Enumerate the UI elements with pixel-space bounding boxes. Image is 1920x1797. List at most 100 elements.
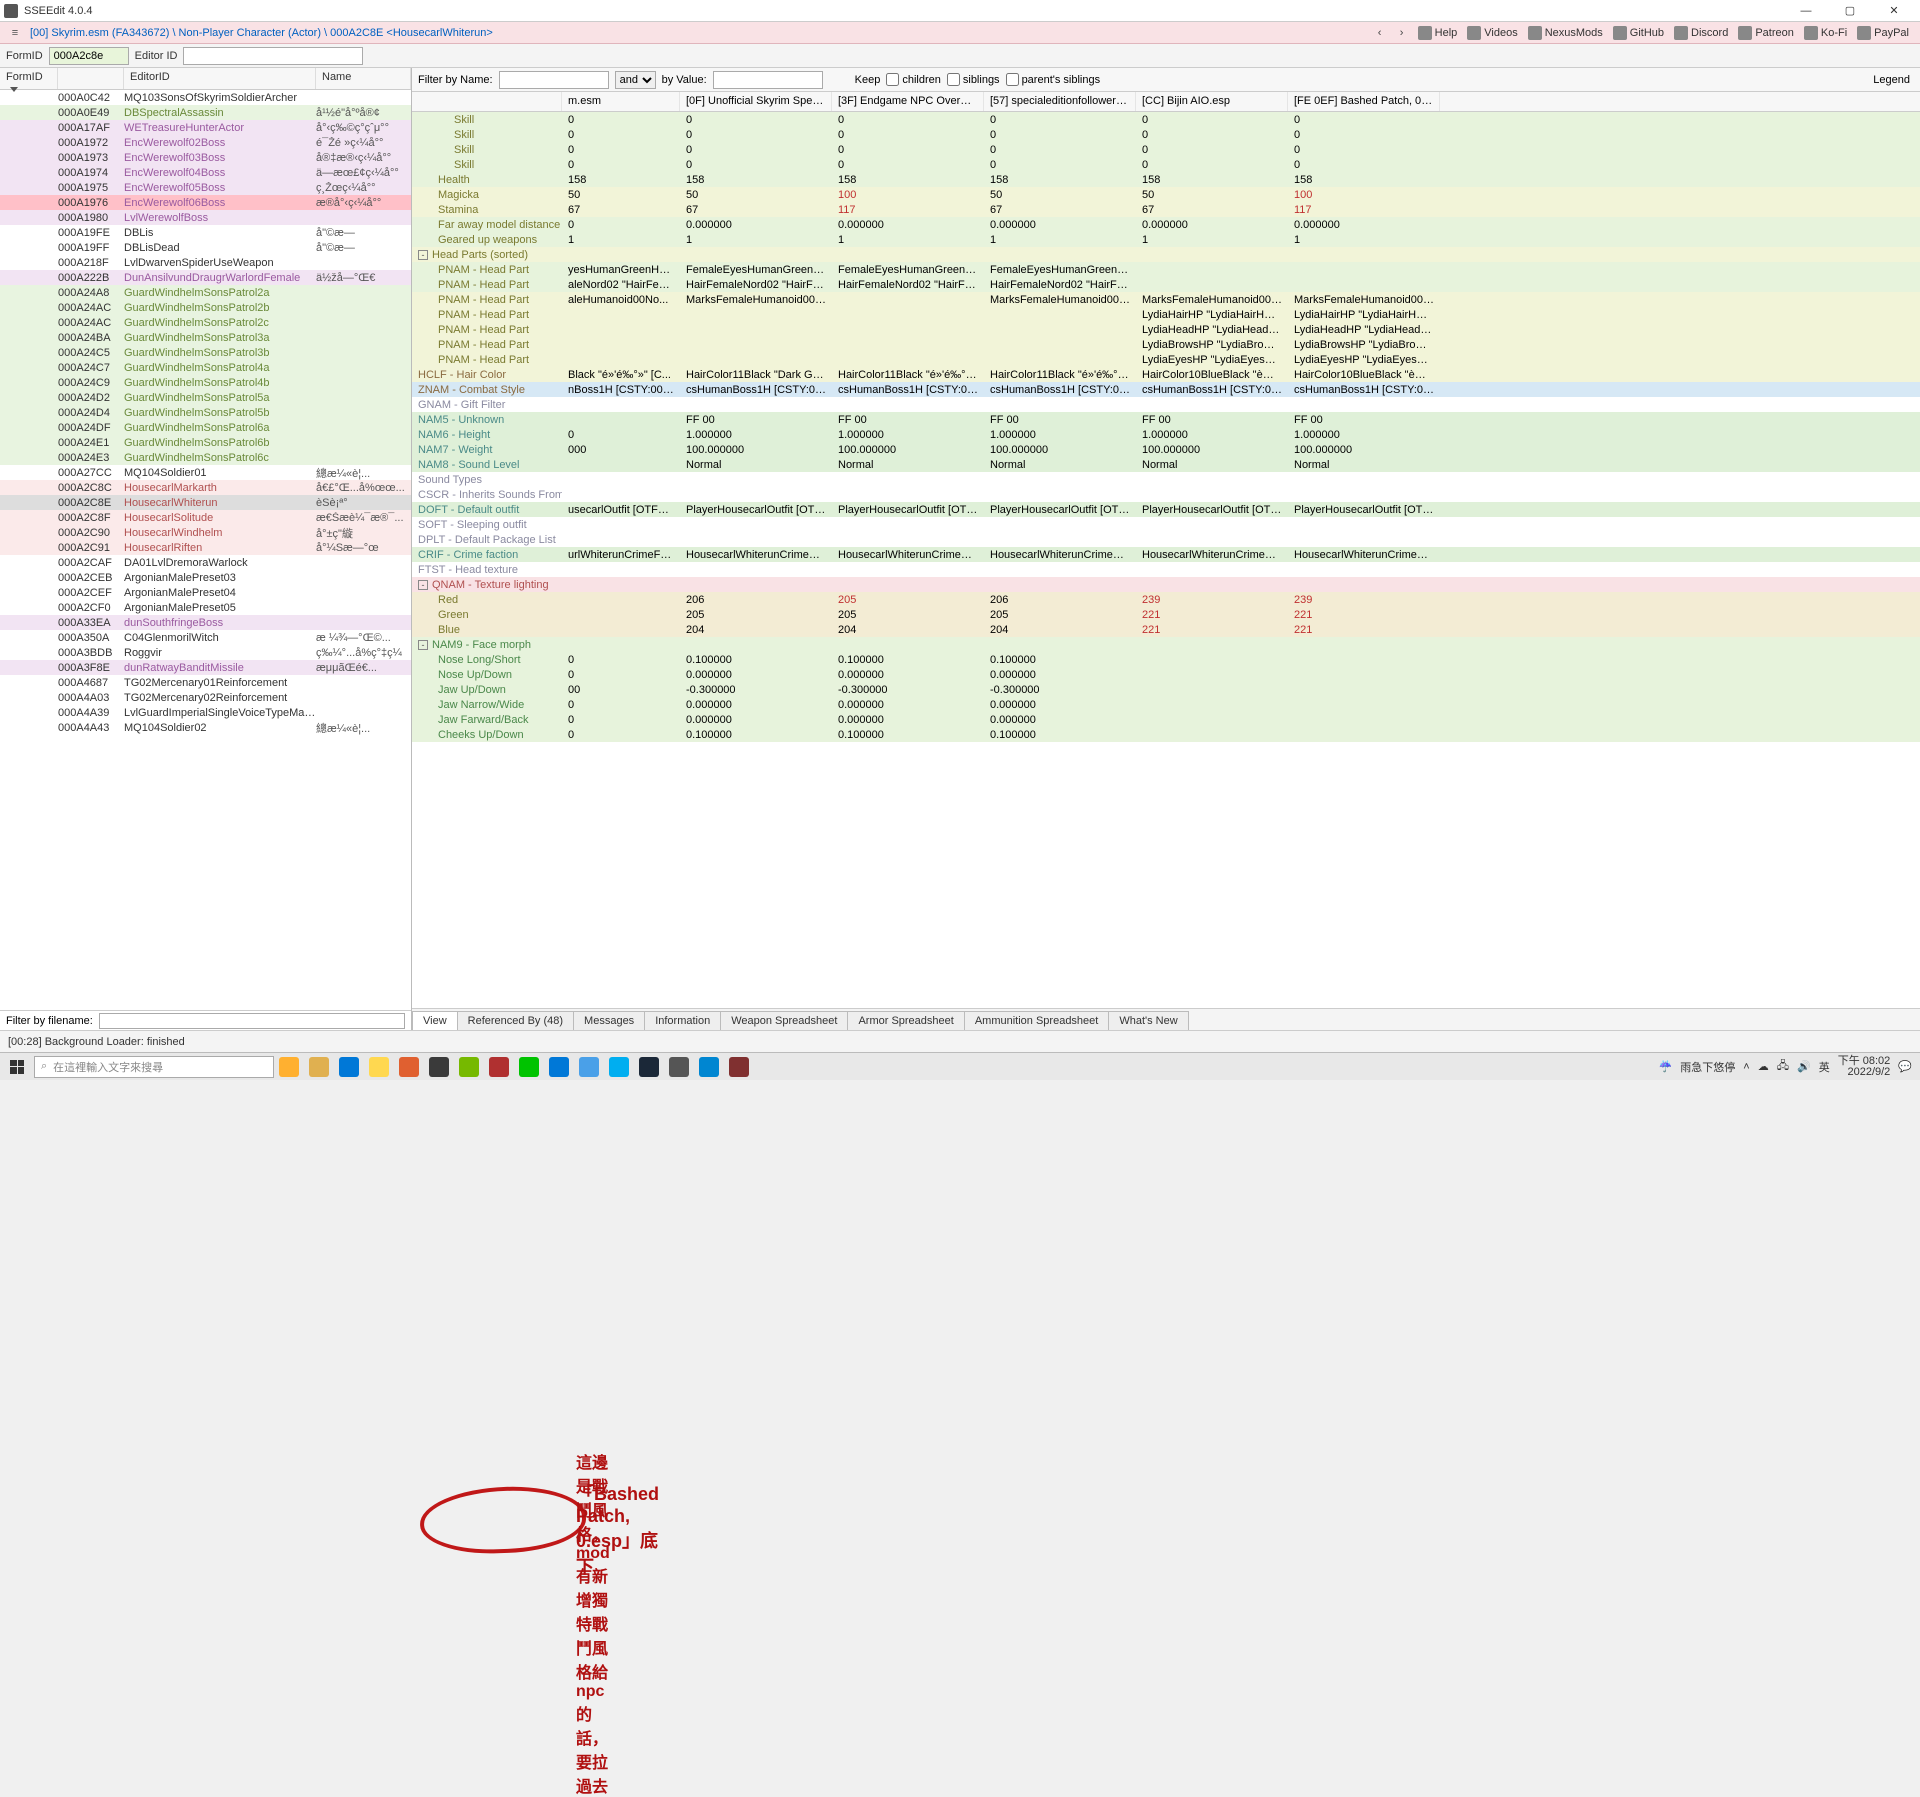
field-row[interactable]: Jaw Farward/Back00.0000000.0000000.00000…	[412, 712, 1920, 727]
link-paypal[interactable]: PayPal	[1852, 26, 1914, 40]
record-row[interactable]: 000A218FLvlDwarvenSpiderUseWeapon	[0, 255, 411, 270]
taskbar-search[interactable]: ⌕ 在這裡輸入文字來搜尋	[34, 1056, 274, 1078]
taskbar-app-icon[interactable]	[456, 1054, 482, 1080]
record-row[interactable]: 000A24ACGuardWindhelmSonsPatrol2b	[0, 300, 411, 315]
record-row[interactable]: 000A2C8EHousecarlWhiterunèSè¡ª°	[0, 495, 411, 510]
record-tree-body[interactable]: 000A0C42MQ103SonsOfSkyrimSoldierArcher00…	[0, 90, 411, 1010]
col-formid[interactable]: FormID	[0, 68, 58, 89]
children-checkbox[interactable]: children	[886, 73, 941, 86]
record-row[interactable]: 000A33EAdunSouthfringeBoss	[0, 615, 411, 630]
record-row[interactable]: 000A4A03TG02Mercenary02Reinforcement	[0, 690, 411, 705]
field-row[interactable]: GNAM - Gift Filter	[412, 397, 1920, 412]
link-nexusmods[interactable]: NexusMods	[1523, 26, 1608, 40]
plugin-column[interactable]	[412, 92, 562, 111]
record-row[interactable]: 000A2CEBArgonianMalePreset03	[0, 570, 411, 585]
field-row[interactable]: Skill000000	[412, 142, 1920, 157]
tab-information[interactable]: Information	[644, 1011, 721, 1030]
legend-link[interactable]: Legend	[1873, 74, 1914, 86]
filter-filename-input[interactable]	[99, 1013, 405, 1029]
tab-armor-spreadsheet[interactable]: Armor Spreadsheet	[847, 1011, 964, 1030]
record-row[interactable]: 000A24D4GuardWindhelmSonsPatrol5b	[0, 405, 411, 420]
field-row[interactable]: PNAM - Head PartLydiaBrowsHP "LydiaBrows…	[412, 337, 1920, 352]
col-editorid[interactable]: EditorID	[124, 68, 316, 89]
record-row[interactable]: 000A0C42MQ103SonsOfSkyrimSoldierArcher	[0, 90, 411, 105]
col-name[interactable]: Name	[316, 68, 411, 89]
field-row[interactable]: NAM5 - UnknownFF 00FF 00FF 00FF 00FF 00	[412, 412, 1920, 427]
siblings-checkbox[interactable]: siblings	[947, 73, 1000, 86]
record-row[interactable]: 000A3BDBRoggvirç‰¼°...å%ç°‡ç¼	[0, 645, 411, 660]
taskbar-app-icon[interactable]	[696, 1054, 722, 1080]
field-row[interactable]: Magicka50501005050100	[412, 187, 1920, 202]
notification-icon[interactable]: 💬	[1898, 1060, 1912, 1073]
record-grid[interactable]: m.esm[0F] Unofficial Skyrim Special E...…	[412, 92, 1920, 1008]
tab-ammunition-spreadsheet[interactable]: Ammunition Spreadsheet	[964, 1011, 1110, 1030]
record-row[interactable]: 000A4A39LvlGuardImperialSingleVoiceTypeM…	[0, 705, 411, 720]
field-row[interactable]: Green205205205221221	[412, 607, 1920, 622]
record-row[interactable]: 000A19FEDBLiså"©æ—	[0, 225, 411, 240]
record-row[interactable]: 000A2C91HousecarlRiftenå°¼Sæ—°œ	[0, 540, 411, 555]
field-row[interactable]: PNAM - Head PartLydiaHairHP "LydiaHairHP…	[412, 307, 1920, 322]
field-row[interactable]: NAM7 - Weight000100.000000100.000000100.…	[412, 442, 1920, 457]
field-row[interactable]: Nose Up/Down00.0000000.0000000.000000	[412, 667, 1920, 682]
field-row[interactable]: Jaw Narrow/Wide00.0000000.0000000.000000	[412, 697, 1920, 712]
record-row[interactable]: 000A17AFWETreasureHunterActorå°‹ç‰©ç°çˆμ…	[0, 120, 411, 135]
clock[interactable]: 下午 08:022022/9/2	[1838, 1056, 1891, 1078]
record-row[interactable]: 000A0E49DBSpectralAssassinå¹½é­"å°ºå®¢	[0, 105, 411, 120]
record-row[interactable]: 000A24E3GuardWindhelmSonsPatrol6c	[0, 450, 411, 465]
taskbar-app-icon[interactable]	[306, 1054, 332, 1080]
record-row[interactable]: 000A1972EncWerewolf02Bossé¯Žé »ç‹¼å°°	[0, 135, 411, 150]
taskbar-app-icon[interactable]	[606, 1054, 632, 1080]
ime-indicator[interactable]: 英	[1819, 1059, 1830, 1075]
link-ko-fi[interactable]: Ko-Fi	[1799, 26, 1852, 40]
breadcrumb[interactable]: [00] Skyrim.esm (FA343672) \ Non-Player …	[30, 27, 493, 39]
record-row[interactable]: 000A1980LvlWerewolfBoss	[0, 210, 411, 225]
record-row[interactable]: 000A24C9GuardWindhelmSonsPatrol4b	[0, 375, 411, 390]
filter-value-input[interactable]	[713, 71, 823, 89]
parents-siblings-checkbox[interactable]: parent's siblings	[1006, 73, 1101, 86]
field-row[interactable]: Red206205206239239	[412, 592, 1920, 607]
record-row[interactable]: 000A24C5GuardWindhelmSonsPatrol3b	[0, 345, 411, 360]
record-row[interactable]: 000A24DFGuardWindhelmSonsPatrol6a	[0, 420, 411, 435]
tab-what-s-new[interactable]: What's New	[1108, 1011, 1188, 1030]
field-row[interactable]: PNAM - Head PartLydiaEyesHP "LydiaEyesHP…	[412, 352, 1920, 367]
minimize-button[interactable]: —	[1784, 0, 1828, 22]
record-row[interactable]: 000A2C8FHousecarlSolitudeæ€Šæè¼¯æ®¯...	[0, 510, 411, 525]
field-row[interactable]: PNAM - Head PartaleNord02 "HairFemal...H…	[412, 277, 1920, 292]
field-row[interactable]: Blue204204204221221	[412, 622, 1920, 637]
hamburger-icon[interactable]: ≡	[6, 24, 24, 42]
field-row[interactable]: PNAM - Head PartLydiaHeadHP "LydiaHeadHP…	[412, 322, 1920, 337]
record-row[interactable]: 000A1976EncWerewolf06Bossæ®å°‹ç‹¼å°°	[0, 195, 411, 210]
taskbar-app-icon[interactable]	[276, 1054, 302, 1080]
taskbar-app-icon[interactable]	[396, 1054, 422, 1080]
taskbar-app-icon[interactable]	[426, 1054, 452, 1080]
system-tray[interactable]: ☔ 雨急下悠停 ˄ ☁ 🖧 🔊 英 下午 08:022022/9/2 💬	[1651, 1056, 1920, 1078]
field-row[interactable]: DPLT - Default Package List	[412, 532, 1920, 547]
tab-messages[interactable]: Messages	[573, 1011, 645, 1030]
record-row[interactable]: 000A2C90HousecarlWindhelmå°±ç"縼	[0, 525, 411, 540]
plugin-column[interactable]: [CC] Bijin AIO.esp	[1136, 92, 1288, 111]
plugin-column[interactable]: m.esm	[562, 92, 680, 111]
record-row[interactable]: 000A24E1GuardWindhelmSonsPatrol6b	[0, 435, 411, 450]
network-icon[interactable]: 🖧	[1777, 1057, 1789, 1076]
tab-view[interactable]: View	[412, 1011, 458, 1030]
plugin-column[interactable]: [3F] Endgame NPC Overhaul.esp	[832, 92, 984, 111]
field-row[interactable]: FTST - Head texture	[412, 562, 1920, 577]
record-row[interactable]: 000A4687TG02Mercenary01Reinforcement	[0, 675, 411, 690]
field-row[interactable]: DOFT - Default outfitusecarlOutfit [OTFT…	[412, 502, 1920, 517]
start-button[interactable]	[0, 1053, 34, 1081]
onedrive-icon[interactable]: ☁	[1758, 1060, 1769, 1073]
field-row[interactable]: Nose Long/Short00.1000000.1000000.100000	[412, 652, 1920, 667]
record-row[interactable]: 000A2CAFDA01LvlDremoraWarlock	[0, 555, 411, 570]
record-row[interactable]: 000A1973EncWerewolf03Bosså®‡æ®‹ç‹¼å°°	[0, 150, 411, 165]
field-row[interactable]: -Head Parts (sorted)	[412, 247, 1920, 262]
field-row[interactable]: Geared up weapons111111	[412, 232, 1920, 247]
field-row[interactable]: Cheeks Up/Down00.1000000.1000000.100000	[412, 727, 1920, 742]
editorid-input[interactable]	[183, 47, 363, 65]
link-help[interactable]: Help	[1413, 26, 1463, 40]
field-row[interactable]: PNAM - Head PartyesHumanGreenHazel...Fem…	[412, 262, 1920, 277]
taskbar-app-icon[interactable]	[486, 1054, 512, 1080]
filter-and-select[interactable]: and	[615, 71, 656, 89]
plugin-column[interactable]: [57] specialeditionfollowers.esp	[984, 92, 1136, 111]
link-patreon[interactable]: Patreon	[1733, 26, 1799, 40]
record-row[interactable]: 000A222BDunAnsilvundDraugrWarlordFemaleä…	[0, 270, 411, 285]
